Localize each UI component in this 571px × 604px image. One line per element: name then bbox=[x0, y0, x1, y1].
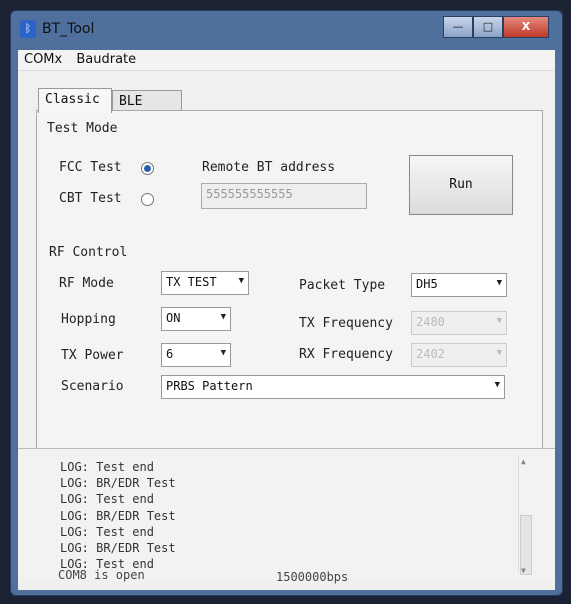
chevron-down-icon: ▼ bbox=[220, 348, 226, 358]
test-mode-heading: Test Mode bbox=[47, 121, 118, 136]
run-button[interactable]: Run bbox=[409, 155, 513, 215]
cbt-test-radio[interactable] bbox=[141, 193, 154, 206]
log-line: LOG: Test end bbox=[60, 524, 154, 539]
hopping-select[interactable]: ON ▼ bbox=[161, 307, 231, 331]
chevron-down-icon: ▼ bbox=[496, 278, 502, 288]
baud-status: 1500000bps bbox=[276, 570, 349, 584]
rf-mode-value: TX TEST bbox=[166, 275, 217, 289]
tx-frequency-select[interactable]: 2480 ▼ bbox=[411, 311, 507, 335]
log-lines: LOG: Test end LOG: BR/EDR Test LOG: Test… bbox=[60, 459, 176, 572]
fcc-test-radio[interactable] bbox=[141, 162, 154, 175]
menu-baudrate[interactable]: Baudrate bbox=[72, 50, 140, 67]
packet-type-select[interactable]: DH5 ▼ bbox=[411, 273, 507, 297]
title-bar[interactable]: ᛒ BT_Tool — □ X bbox=[10, 10, 563, 50]
hopping-label: Hopping bbox=[61, 312, 116, 327]
cbt-test-label: CBT Test bbox=[59, 191, 122, 206]
hopping-value: ON bbox=[166, 311, 181, 325]
chevron-down-icon: ▼ bbox=[496, 316, 502, 326]
tx-frequency-value: 2480 bbox=[416, 315, 445, 329]
chevron-down-icon: ▼ bbox=[238, 276, 244, 286]
menu-comx[interactable]: COMx bbox=[20, 50, 66, 67]
menu-bar: COMx Baudrate bbox=[18, 50, 555, 71]
fcc-test-label: FCC Test bbox=[59, 160, 122, 175]
rf-mode-label: RF Mode bbox=[59, 276, 114, 291]
log-line: LOG: Test end bbox=[60, 492, 154, 507]
tab-classic[interactable]: Classic bbox=[38, 88, 112, 113]
log-line: LOG: BR/EDR Test bbox=[60, 476, 176, 491]
classic-tab-panel: Test Mode FCC Test CBT Test Remote BT ad… bbox=[36, 110, 543, 452]
scroll-up-icon[interactable]: ▲ bbox=[521, 457, 526, 466]
log-line: LOG: BR/EDR Test bbox=[60, 541, 176, 556]
tx-power-select[interactable]: 6 ▼ bbox=[161, 343, 231, 367]
rx-frequency-value: 2402 bbox=[416, 347, 445, 361]
scenario-value: PRBS Pattern bbox=[166, 379, 253, 393]
remote-bt-address-label: Remote BT address bbox=[202, 160, 336, 175]
bluetooth-icon: ᛒ bbox=[20, 20, 36, 38]
chevron-down-icon: ▼ bbox=[220, 312, 226, 322]
close-button[interactable]: X bbox=[503, 16, 549, 38]
log-panel[interactable]: LOG: Test end LOG: BR/EDR Test LOG: Test… bbox=[18, 448, 555, 579]
rx-frequency-label: RX Frequency bbox=[299, 347, 393, 362]
remote-bt-address-input[interactable]: 555555555555 bbox=[201, 183, 367, 209]
app-window: ᛒ BT_Tool — □ X COMx Baudrate Classic BL… bbox=[10, 10, 563, 596]
window-title: BT_Tool bbox=[42, 21, 95, 37]
client-area: COMx Baudrate Classic BLE Test Mode FCC … bbox=[18, 50, 555, 590]
tx-frequency-label: TX Frequency bbox=[299, 316, 393, 331]
rf-mode-select[interactable]: TX TEST ▼ bbox=[161, 271, 249, 295]
log-line: LOG: BR/EDR Test bbox=[60, 508, 176, 523]
scenario-select[interactable]: PRBS Pattern ▼ bbox=[161, 375, 505, 399]
scenario-label: Scenario bbox=[61, 379, 124, 394]
packet-type-label: Packet Type bbox=[299, 278, 386, 293]
tx-power-label: TX Power bbox=[61, 348, 124, 363]
tx-power-value: 6 bbox=[166, 347, 174, 361]
log-line: LOG: Test end bbox=[60, 460, 154, 474]
minimize-button[interactable]: — bbox=[443, 16, 473, 38]
rf-control-heading: RF Control bbox=[49, 245, 128, 260]
chevron-down-icon: ▼ bbox=[496, 348, 502, 358]
maximize-button[interactable]: □ bbox=[473, 16, 503, 38]
port-status: COM8 is open bbox=[58, 568, 145, 582]
packet-type-value: DH5 bbox=[416, 277, 438, 291]
status-bar: COM8 is open 1500000bps bbox=[18, 565, 555, 587]
log-scrollbar[interactable]: ▲ ▼ bbox=[518, 455, 533, 575]
chevron-down-icon: ▼ bbox=[494, 380, 500, 390]
rx-frequency-select[interactable]: 2402 ▼ bbox=[411, 343, 507, 367]
